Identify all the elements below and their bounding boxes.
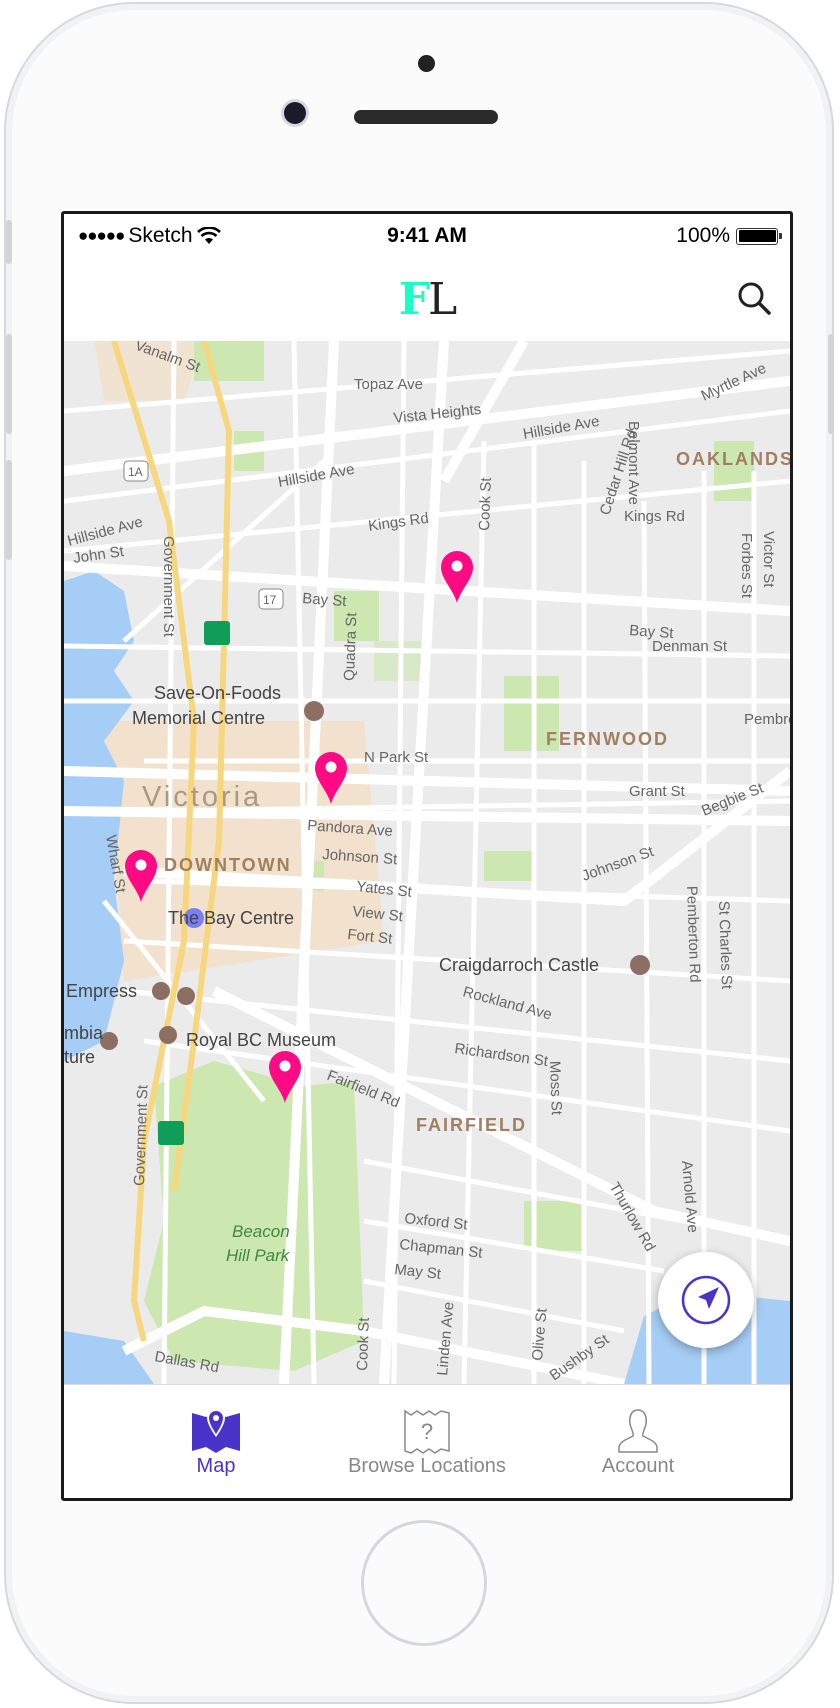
- park: [484, 851, 534, 881]
- venue-label: ture: [64, 1047, 95, 1067]
- location-pin-dot: [451, 560, 463, 572]
- street-label: St Charles St: [715, 901, 735, 991]
- locate-me-button[interactable]: [658, 1252, 754, 1348]
- street-label: Grant St: [629, 783, 686, 800]
- tab-label: Browse Locations: [348, 1455, 506, 1477]
- venue-label: Royal BC Museum: [186, 1030, 336, 1050]
- street-label: Bay St: [302, 590, 348, 610]
- battery-percent: 100%: [676, 224, 730, 247]
- street-label: Cook St: [354, 1316, 373, 1371]
- location-pin-dot: [135, 859, 147, 871]
- street-label: Belmont Ave: [625, 421, 642, 505]
- route-label: 17: [263, 593, 277, 607]
- route-label: 1A: [128, 465, 143, 479]
- neighbourhood-label: FAIRFIELD: [416, 1115, 527, 1135]
- park-label: Hill Park: [226, 1246, 291, 1265]
- search-icon[interactable]: [734, 278, 774, 318]
- person-icon: [618, 1409, 658, 1453]
- venue-label: mbia: [64, 1023, 104, 1043]
- venue-icon: [304, 701, 324, 721]
- landmark-icon: [630, 955, 650, 975]
- street-label: N Park St: [364, 749, 429, 766]
- street-label: Moss St: [546, 1061, 565, 1117]
- street-label: Rockland Ave: [461, 983, 554, 1023]
- trans-canada-icon: [204, 621, 230, 645]
- earpiece-speaker: [354, 110, 498, 124]
- tab-label: Map: [196, 1455, 236, 1477]
- tab-map[interactable]: Map: [96, 1385, 336, 1498]
- tab-browse-locations[interactable]: ? Browse Locations: [307, 1385, 547, 1498]
- street-label: Denman St: [652, 638, 728, 655]
- street-label: Kings Rd: [367, 510, 430, 535]
- street-label: Forbes St: [738, 533, 755, 599]
- volume-down-button: [6, 460, 12, 560]
- street-label: Quadra St: [341, 611, 360, 681]
- street-label: Government St: [131, 1084, 152, 1186]
- street-label: Olive St: [529, 1307, 551, 1362]
- volume-up-button: [6, 334, 12, 434]
- location-pin-dot: [279, 1060, 291, 1072]
- landmark-icon: [177, 987, 195, 1005]
- street-label: Victor St: [760, 531, 777, 588]
- front-camera: [284, 102, 306, 124]
- app-logo: FL: [398, 274, 457, 325]
- phone-frame: ●●●●● Sketch 9:41 AM 100% FL Topaz Ave V…: [4, 2, 834, 1704]
- svg-text:?: ?: [421, 1419, 433, 1444]
- venue-label: Empress: [66, 981, 137, 1001]
- venue-label: The Bay Centre: [168, 908, 294, 928]
- street-label: Cook St: [476, 476, 495, 531]
- neighbourhood-label: DOWNTOWN: [164, 855, 292, 875]
- map-pin-icon: [192, 1409, 240, 1453]
- map-view[interactable]: Topaz Ave Vista Heights Hillside Ave Myr…: [64, 341, 790, 1384]
- screen: ●●●●● Sketch 9:41 AM 100% FL Topaz Ave V…: [61, 211, 793, 1501]
- neighbourhood-label: FERNWOOD: [546, 729, 669, 749]
- street-label: Pemberton Rd: [683, 886, 703, 983]
- tab-bar: Map ? Browse Locations Account: [64, 1384, 790, 1498]
- mute-switch: [6, 220, 12, 264]
- navigation-arrow-icon: [681, 1275, 731, 1325]
- street-label: Pembro: [744, 711, 790, 728]
- neighbourhood-label: OAKLANDS: [676, 449, 790, 469]
- street-label: Government St: [160, 536, 177, 638]
- power-button: [828, 334, 834, 434]
- museum-icon: [159, 1026, 177, 1044]
- venue-label: Craigdarroch Castle: [439, 955, 599, 975]
- tab-label: Account: [601, 1455, 675, 1477]
- city-label: Victoria: [142, 781, 262, 813]
- street-label: Topaz Ave: [354, 376, 423, 393]
- map-question-icon: ?: [404, 1409, 450, 1454]
- hotel-icon: [152, 982, 170, 1000]
- venue-label: Save-On-Foods: [154, 683, 281, 703]
- battery-icon: [736, 227, 782, 245]
- trans-canada-icon: [158, 1121, 184, 1145]
- home-button[interactable]: [361, 1520, 487, 1646]
- venue-label: Memorial Centre: [132, 708, 265, 728]
- proximity-sensor: [418, 55, 435, 72]
- street-label: Linden Ave: [434, 1301, 457, 1376]
- tab-account[interactable]: Account: [518, 1385, 758, 1498]
- location-pin-dot: [325, 761, 337, 773]
- street-label: May St: [394, 1261, 443, 1283]
- street-label: Kings Rd: [624, 508, 685, 525]
- app-header: FL: [64, 256, 790, 341]
- park-label: Beacon: [232, 1222, 290, 1241]
- map-canvas[interactable]: Topaz Ave Vista Heights Hillside Ave Myr…: [64, 341, 790, 1384]
- status-bar: ●●●●● Sketch 9:41 AM 100%: [64, 214, 790, 256]
